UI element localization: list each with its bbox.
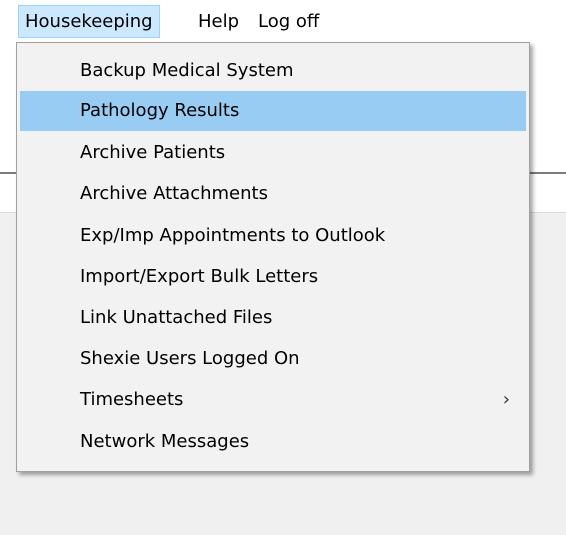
menu-item-label: Network Messages [80,431,250,452]
menu-item-label: Timesheets [80,389,184,410]
menu-item-label: Link Unattached Files [80,307,273,328]
menu-item-label: Pathology Results [80,100,240,121]
menu-item-timesheets[interactable]: Timesheets › [20,380,526,420]
menu-item-label: Import/Export Bulk Letters [80,266,319,287]
menu-item-backup-medical-system[interactable]: Backup Medical System [20,51,526,91]
chevron-right-icon: › [502,389,510,410]
menu-item-archive-attachments[interactable]: Archive Attachments [20,174,526,214]
housekeeping-dropdown-menu: Backup Medical System Pathology Results … [16,42,530,472]
menu-item-label: Backup Medical System [80,60,294,81]
menu-item-users-logged-on[interactable]: Shexie Users Logged On [20,339,526,379]
menu-item-exp-imp-appointments[interactable]: Exp/Imp Appointments to Outlook [20,216,526,256]
menu-item-link-unattached-files[interactable]: Link Unattached Files [20,298,526,338]
menu-item-pathology-results[interactable]: Pathology Results [20,91,526,131]
menu-housekeeping[interactable]: Housekeeping [18,5,160,38]
menu-item-network-messages[interactable]: Network Messages [20,422,526,462]
menu-item-label: Archive Patients [80,142,226,163]
menu-item-label: Exp/Imp Appointments to Outlook [80,225,386,246]
menu-help[interactable]: Help [192,5,245,38]
menu-item-archive-patients[interactable]: Archive Patients [20,133,526,173]
menu-item-label: Archive Attachments [80,183,268,204]
menu-bar: Housekeeping Help Log off [0,0,566,42]
menu-log-off[interactable]: Log off [252,5,325,38]
menu-item-label: Shexie Users Logged On [80,348,300,369]
menu-item-import-export-bulk-letters[interactable]: Import/Export Bulk Letters [20,257,526,297]
